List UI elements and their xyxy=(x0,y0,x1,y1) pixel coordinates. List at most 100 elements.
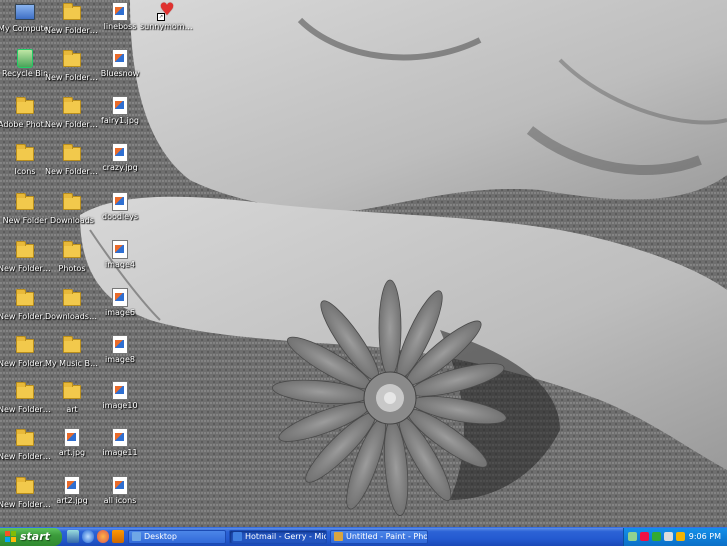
firefox-icon[interactable] xyxy=(97,530,109,543)
folder-icon xyxy=(15,144,35,165)
image-file-icon xyxy=(62,476,82,495)
show-desktop-icon[interactable] xyxy=(67,530,79,543)
start-label: start xyxy=(20,530,50,543)
desktop-icon-bluesnow[interactable]: Bluesnow xyxy=(93,49,147,78)
security-shield-icon[interactable] xyxy=(676,532,685,541)
taskbar-button-label: Hotmail - Gerry - Micr... xyxy=(245,532,327,541)
folder-icon xyxy=(62,336,82,357)
desktop-icon-art2-jpg[interactable]: art2.jpg xyxy=(45,476,99,505)
desktop-icon-new-folder-5[interactable]: New Folder (5) xyxy=(45,2,99,35)
desktop-icon-label: image8 xyxy=(104,355,135,364)
desktop-icon-label: art.jpg xyxy=(58,448,86,457)
desktop-icon-photos[interactable]: Photos xyxy=(45,240,99,273)
desktop-icon-my-music-backup[interactable]: My Music Backup xyxy=(45,335,99,368)
antivirus-icon[interactable] xyxy=(640,532,649,541)
image-file-icon xyxy=(110,2,130,21)
recycle-bin-icon xyxy=(15,49,35,68)
desktop-icon-image6[interactable]: image6 xyxy=(93,288,147,317)
folder-icon xyxy=(15,289,35,310)
media-player-icon[interactable] xyxy=(112,530,124,543)
window-app-icon xyxy=(132,532,141,541)
desktop-icon-lineboss[interactable]: lineboss xyxy=(93,2,147,31)
desktop-icon-label: doodleys xyxy=(102,212,138,221)
image-file-icon xyxy=(110,96,130,115)
image-file-icon xyxy=(110,143,130,162)
internet-explorer-icon[interactable] xyxy=(82,530,94,543)
desktop-icon-label: New Folder (5) xyxy=(45,26,99,35)
folder-icon xyxy=(62,3,82,24)
desktop-icon-label: art xyxy=(66,405,78,414)
folder-icon xyxy=(15,97,35,118)
shortcut-arrow-icon: ↗ xyxy=(157,13,165,21)
desktop-icon-label: art2.jpg xyxy=(56,496,88,505)
window-app-icon xyxy=(334,532,343,541)
desktop-icon-label: My Music Backup xyxy=(45,359,99,368)
windows-logo-icon xyxy=(5,531,17,543)
image-file-icon xyxy=(62,428,82,447)
my-computer-icon xyxy=(15,4,35,22)
desktop-icon-all-icons[interactable]: all icons xyxy=(93,476,147,505)
desktop-icon-image4[interactable]: image4 xyxy=(93,240,147,269)
heart-icon: ♥ ↗ xyxy=(157,0,175,21)
taskbar-button-0[interactable]: Desktop xyxy=(128,530,226,544)
folder-icon xyxy=(62,193,82,214)
desktop-icon-label: New Folder (10) xyxy=(45,120,99,129)
image-file-icon xyxy=(110,335,130,354)
taskbar-button-label: Desktop xyxy=(144,532,177,541)
desktop-icon-label: New Folder (4) xyxy=(45,73,99,82)
image-file-icon xyxy=(110,428,130,447)
folder-icon xyxy=(62,382,82,403)
desktop-icon-art-jpg[interactable]: art.jpg xyxy=(45,428,99,457)
folder-icon xyxy=(15,193,35,214)
desktop-icon-downloads-old[interactable]: Downloads Old xyxy=(45,288,99,321)
image-file-icon xyxy=(110,476,130,495)
desktop-icon-image11[interactable]: image11 xyxy=(93,428,147,457)
messenger-icon[interactable] xyxy=(652,532,661,541)
folder-icon xyxy=(15,477,35,498)
desktop-icon-label: image6 xyxy=(104,308,135,317)
desktop-icon-new-folder-10[interactable]: New Folder (10) xyxy=(45,96,99,129)
image-file-icon xyxy=(110,192,130,211)
window-app-icon xyxy=(233,532,242,541)
taskbar-button-2[interactable]: Untitled - Paint - Pho... xyxy=(330,530,428,544)
desktop-icon-label: Bluesnow xyxy=(100,69,140,78)
desktop-icon-label: Downloads xyxy=(50,216,94,225)
image-file-icon xyxy=(110,288,130,307)
network-icon[interactable] xyxy=(628,532,637,541)
taskbar-button-1[interactable]: Hotmail - Gerry - Micr... xyxy=(229,530,327,544)
image-file-icon xyxy=(110,49,130,68)
desktop-icon-doodleys[interactable]: doodleys xyxy=(93,192,147,221)
desktop-icon-image10[interactable]: image10 xyxy=(93,381,147,410)
clock[interactable]: 9:06 PM xyxy=(689,528,721,546)
taskbar: start Desktop Hotmail - Gerry - Micr... Un… xyxy=(0,527,727,546)
folder-icon xyxy=(62,241,82,262)
desktop-icon-fairy1-jpg[interactable]: fairy1.jpg xyxy=(93,96,147,125)
desktop-icon-label: image10 xyxy=(102,401,138,410)
desktop-icon-art[interactable]: art xyxy=(45,381,99,414)
taskbar-button-label: Untitled - Paint - Pho... xyxy=(346,532,428,541)
folder-icon xyxy=(15,382,35,403)
image-file-icon xyxy=(110,381,130,400)
desktop-icon-label: New Folder (13) xyxy=(45,167,99,176)
desktop-icon-crazy-jpg[interactable]: crazy.jpg xyxy=(93,143,147,172)
desktop-icon-new-folder-13[interactable]: New Folder (13) xyxy=(45,143,99,176)
desktop-icon-new-folder-4[interactable]: New Folder (4) xyxy=(45,49,99,82)
folder-icon xyxy=(62,144,82,165)
desktop-icon-image8[interactable]: image8 xyxy=(93,335,147,364)
desktop-icon-label: Photos xyxy=(58,264,86,273)
folder-icon xyxy=(62,97,82,118)
desktop-icon-sunnymoments[interactable]: ♥↗sunnymoments xyxy=(140,0,194,32)
system-tray: 9:06 PM xyxy=(623,528,727,546)
image-file-icon xyxy=(110,240,130,259)
folder-icon xyxy=(15,241,35,262)
start-button[interactable]: start xyxy=(0,528,62,546)
desktop-icon-label: Downloads Old xyxy=(45,312,99,321)
desktop-icon-label: image4 xyxy=(104,260,135,269)
folder-icon xyxy=(15,429,35,450)
desktop-icon-label: fairy1.jpg xyxy=(101,116,139,125)
volume-icon[interactable] xyxy=(664,532,673,541)
desktop-icon-downloads[interactable]: Downloads xyxy=(45,192,99,225)
desktop-icon-label: lineboss xyxy=(103,22,137,31)
desktop-icon-label: all icons xyxy=(103,496,137,505)
folder-icon xyxy=(62,289,82,310)
